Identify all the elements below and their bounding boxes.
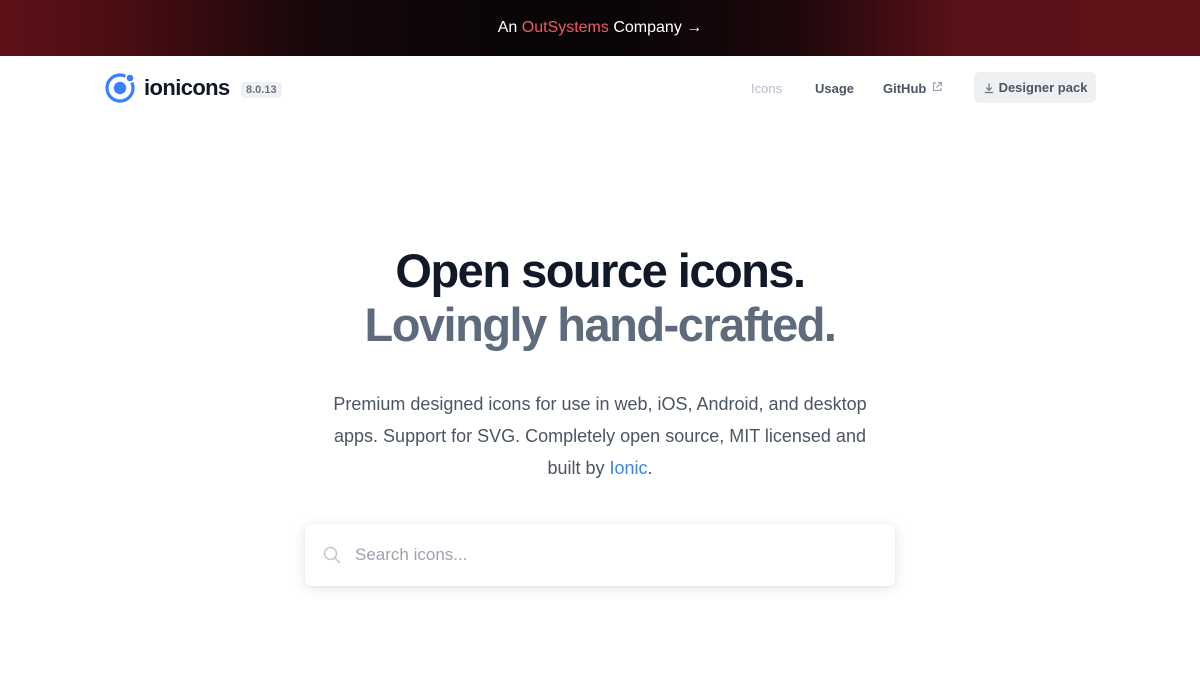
hero-subtitle: Premium designed icons for use in web, i… [330, 388, 870, 484]
hero-subtitle-text: Premium designed icons for use in web, i… [333, 394, 867, 478]
banner-suffix: Company → [608, 19, 703, 36]
search-box [305, 524, 895, 586]
hero-title-line2: Lovingly hand-crafted. [364, 298, 838, 351]
site-header: ionicons 8.0.13 Icons Usage GitHub Desig… [0, 56, 1200, 120]
search-icon [323, 546, 341, 564]
designer-pack-button[interactable]: Designer pack [974, 72, 1096, 103]
nav-github-link[interactable]: GitHub [883, 81, 926, 96]
external-link-icon [932, 81, 943, 92]
download-icon [984, 83, 993, 93]
banner-brand: OutSystems [521, 19, 609, 36]
ionic-link[interactable]: Ionic [610, 458, 648, 478]
nav-usage-link[interactable]: Usage [815, 81, 854, 96]
search-input[interactable] [355, 524, 875, 586]
outsystems-banner[interactable]: An OutSystems Company → [0, 0, 1200, 56]
designer-pack-label: Designer pack [998, 80, 1088, 95]
banner-prefix: An [497, 19, 522, 36]
hero-subtitle-end: . [647, 458, 653, 478]
hero-title-line1: Open source icons. [395, 244, 806, 297]
nav-icons-link[interactable]: Icons [751, 81, 782, 96]
hero-title: Open source icons. Lovingly hand-crafted… [0, 244, 1200, 352]
top-nav: Icons Usage GitHub Designer pack [0, 56, 1200, 120]
